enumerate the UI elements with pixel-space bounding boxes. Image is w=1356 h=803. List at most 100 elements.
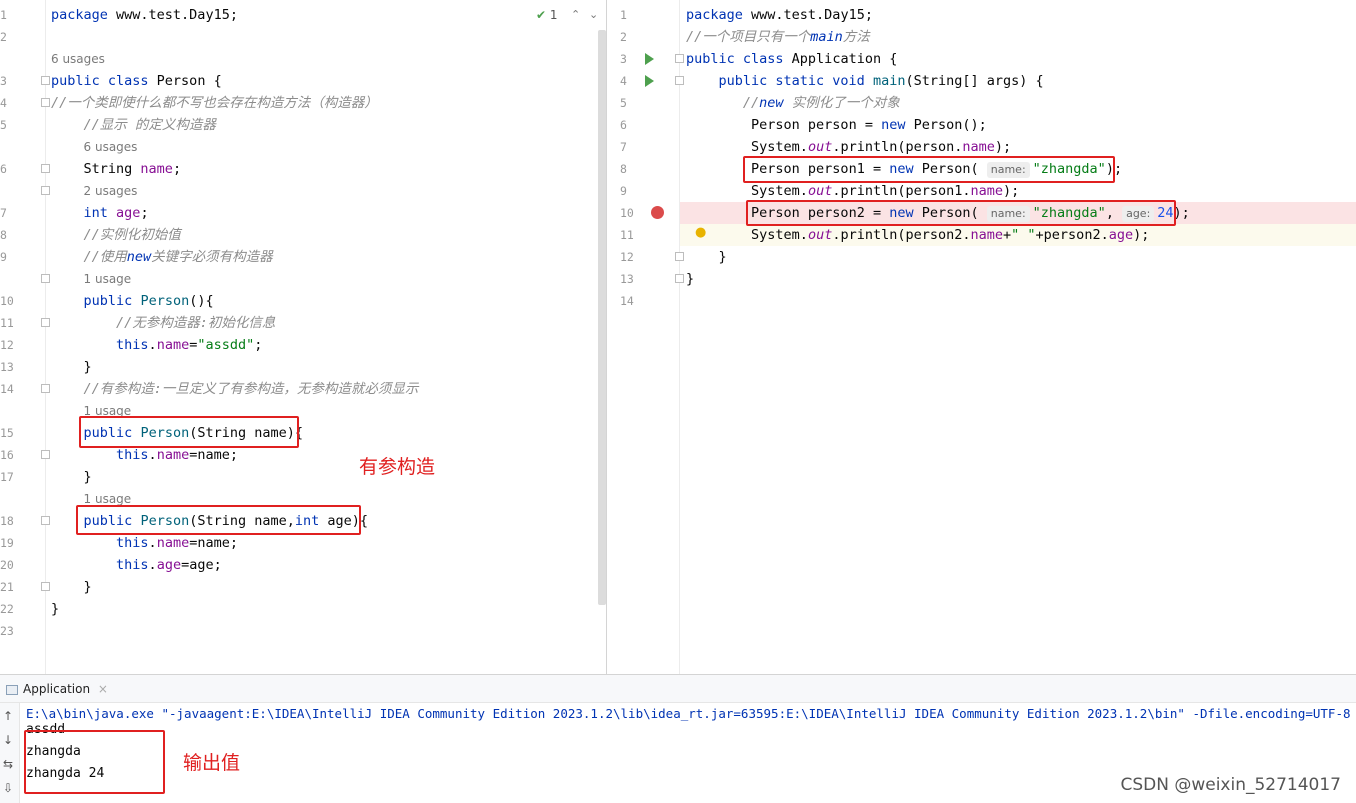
console-command: E:\a\bin\java.exe "-javaagent:E:\IDEA\In… [26,706,1351,721]
code-line: //显示 的定义构造器 [83,117,216,133]
left-scrollbar[interactable] [598,30,606,605]
fold-marker-icon[interactable] [41,450,50,459]
code-line: } [83,469,92,485]
run-class-icon[interactable] [645,53,654,65]
code-line: } [83,579,92,595]
code-line: //无参构造器:初始化信息 [116,315,276,331]
fold-marker-icon[interactable] [41,582,50,591]
line-number: 11 [620,228,634,242]
annotation-constructor: 有参构造 [359,456,436,478]
scroll-down-icon[interactable]: ↓ [3,733,13,747]
right-gutter[interactable] [608,0,680,674]
line-number: 13 [620,272,634,286]
usage-hint[interactable]: 1 usage [51,268,132,290]
scroll-to-end-icon[interactable]: ⇩ [3,781,13,795]
line-number: 21 [0,580,14,594]
line-number: 4 [620,74,627,88]
run-tool-window: Application × ↑ ↓ ⇆ ⇩ E:\a\bin\java.exe … [0,674,1356,803]
usage-hint[interactable]: 2 usages [51,180,138,202]
code-line: //new 实例化了一个对象 [742,95,900,111]
fold-marker-icon[interactable] [675,76,684,85]
highlight-box-person1 [743,156,1115,183]
code-line: //一个类即使什么都不写也会存在构造方法（构造器） [51,95,378,111]
usage-hint[interactable]: 6 usages [51,48,105,70]
code-line: this.name=name; [116,535,238,551]
code-line: this.age=age; [116,557,222,573]
annotation-output: 输出值 [183,752,241,774]
lightbulb-icon[interactable]: ● [695,225,706,240]
application-icon [6,684,18,695]
fold-marker-icon[interactable] [675,274,684,283]
code-line: } [686,271,695,287]
highlight-box-output [24,730,165,794]
line-number: 16 [0,448,14,462]
line-number: 10 [620,206,634,220]
fold-marker-icon[interactable] [41,384,50,393]
code-line: } [51,601,60,617]
line-number: 7 [620,140,627,154]
line-number: 3 [0,74,7,88]
line-number: 10 [0,294,14,308]
line-number: 18 [0,514,14,528]
code-line: //使用new关键字必须有构造器 [83,249,273,265]
fold-marker-icon[interactable] [41,76,50,85]
fold-marker-icon[interactable] [41,516,50,525]
line-number: 11 [0,316,14,330]
chevron-up-icon[interactable]: ⌃ [571,8,580,21]
fold-marker-icon[interactable] [41,274,50,283]
fold-marker-icon[interactable] [675,54,684,63]
code-line: public class Application { [686,51,898,67]
line-number: 8 [620,162,627,176]
close-tab-icon[interactable]: × [98,682,108,696]
code-line: package www.test.Day15; [686,7,873,23]
fold-marker-icon[interactable] [41,98,50,107]
fold-marker-icon[interactable] [41,186,50,195]
breakpoint-icon[interactable] [651,206,664,219]
code-line: //有参构造:一旦定义了有参构造，无参构造就必须显示 [83,381,419,397]
run-main-icon[interactable] [645,75,654,87]
code-line: public static void main(String[] args) { [718,73,1044,89]
watermark: CSDN @weixin_52714017 [1120,775,1341,795]
line-number: 20 [0,558,14,572]
line-number: 13 [0,360,14,374]
line-number: 14 [0,382,14,396]
code-line: System.out.println(person2.name+" "+pers… [751,227,1150,243]
fold-marker-icon[interactable] [41,164,50,173]
run-tab-label: Application [23,682,91,696]
code-line: public class Person { [51,73,222,89]
right-editor-pane[interactable]: 1 package www.test.Day15; 2 //一个项目只有一个main方… [608,0,1356,674]
code-line: public Person(){ [83,293,214,309]
usage-hint[interactable]: 6 usages [51,136,138,158]
scroll-up-icon[interactable]: ↑ [3,709,13,723]
line-number: 14 [620,294,634,308]
code-line: Person person = new Person(); [751,117,987,133]
line-number: 9 [620,184,627,198]
line-number: 12 [0,338,14,352]
fold-marker-icon[interactable] [675,252,684,261]
line-number: 4 [0,96,7,110]
line-number: 2 [0,30,7,44]
fold-marker-icon[interactable] [41,318,50,327]
line-number: 2 [620,30,627,44]
line-number: 5 [620,96,627,110]
code-line: this.name="assdd"; [116,337,263,353]
line-number: 3 [620,52,627,66]
line-number: 7 [0,206,7,220]
line-number: 5 [0,118,7,132]
code-line: //一个项目只有一个main方法 [686,29,870,45]
code-line: int age; [83,205,149,221]
inspection-count: 1 [549,8,558,22]
code-line: String name; [83,161,182,177]
line-number: 6 [0,162,7,176]
left-editor-pane[interactable]: 1 package www.test.Day15; 2 6 usages 3 public… [0,0,607,674]
code-line: } [83,359,92,375]
soft-wrap-icon[interactable]: ⇆ [3,757,13,771]
chevron-down-icon[interactable]: ⌄ [589,8,598,21]
run-tab-application[interactable]: Application × [6,675,108,703]
line-number: 19 [0,536,14,550]
code-line: package www.test.Day15; [51,7,238,23]
line-number: 1 [0,8,7,22]
run-side-toolbar: ↑ ↓ ⇆ ⇩ [0,703,20,803]
inspection-indicator[interactable]: ✔ 1 [536,8,558,22]
line-number: 15 [0,426,14,440]
